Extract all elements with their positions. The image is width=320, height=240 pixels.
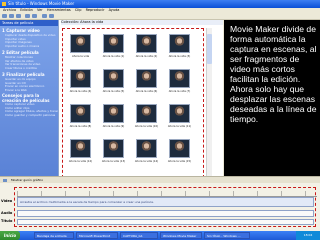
clip-caption: Ahora la vida (8) — [69, 125, 92, 128]
video-track-hint: Arrastre el archivo multimedia a la esca… — [20, 200, 154, 204]
task-link[interactable]: Crear títulos o créditos — [5, 67, 58, 71]
clip-item[interactable]: Ahora la vida (11) — [166, 102, 193, 134]
clip-caption: Ahora la vida (13) — [101, 160, 126, 163]
clip-caption: Ahora la vida (9) — [102, 125, 125, 128]
collection-pane: Colección: Ahora la vida Ahora la vida A… — [58, 20, 223, 178]
taskbar: Inicio Bandeja de entrada Microsoft Powe… — [0, 231, 320, 240]
clip-thumbnail[interactable] — [70, 34, 91, 53]
taskbar-button[interactable]: CAPTURA_G1 — [120, 232, 158, 239]
clip-thumbnail[interactable] — [136, 104, 157, 123]
clip-caption: Ahora la vida — [71, 55, 90, 58]
show-storyboard-button[interactable]: Mostrar guión gráfico — [11, 178, 43, 182]
title-bar: Sin título - Windows Movie Maker — [0, 0, 320, 8]
task-link[interactable]: Cómo guardar y compartir películas — [5, 114, 58, 118]
collection-title: Colección: Ahora la vida — [61, 20, 223, 25]
clip-item[interactable]: Ahora la vida (10) — [133, 102, 160, 134]
clip-thumbnail[interactable] — [103, 139, 124, 158]
clip-thumbnail[interactable] — [169, 139, 190, 158]
clip-item[interactable]: Ahora la vida (13) — [100, 137, 127, 169]
clip-item[interactable]: Ahora la vida — [67, 32, 94, 64]
taskbar-button[interactable]: Microsoft PowerPoint — [76, 232, 118, 239]
audio-track-label: Audio — [1, 211, 13, 215]
clip-item[interactable]: Ahora la vida (12) — [67, 137, 94, 169]
taskbar-button[interactable]: Sin título - Windows ... — [204, 232, 250, 239]
video-track[interactable]: Arrastre el archivo multimedia a la esca… — [17, 197, 314, 207]
clip-caption: Ahora la vida (2) — [135, 55, 158, 58]
open-project-icon[interactable] — [9, 14, 14, 18]
clip-item[interactable]: Ahora la vida (3) — [166, 32, 193, 64]
undo-icon[interactable] — [25, 14, 30, 18]
clip-item[interactable]: Ahora la vida (15) — [166, 137, 193, 169]
clip-thumbnail[interactable] — [169, 34, 190, 53]
explanation-text: Movie Maker divide de forma automática l… — [230, 24, 317, 124]
clip-caption: Ahora la vida (12) — [68, 160, 93, 163]
clip-caption: Ahora la vida (3) — [168, 55, 191, 58]
clip-thumbnail[interactable] — [136, 139, 157, 158]
title-overlay-track[interactable] — [17, 219, 314, 225]
clip-caption: Ahora la vida (4) — [69, 90, 92, 93]
audio-track[interactable] — [17, 210, 314, 217]
clip-thumbnail[interactable] — [169, 104, 190, 123]
task-link[interactable]: Enviar a la Web — [5, 89, 58, 93]
movie-tasks-pane: Tareas de película 1 Capturar vídeo Capt… — [0, 20, 58, 176]
clip-caption: Ahora la vida (10) — [134, 125, 159, 128]
storyboard-icon[interactable] — [3, 178, 7, 182]
redo-icon[interactable] — [32, 14, 37, 18]
clip-thumbnail[interactable] — [103, 69, 124, 88]
tasks-pane-header: Tareas de película — [0, 20, 58, 26]
clip-thumbnail[interactable] — [136, 69, 157, 88]
clip-thumbnail[interactable] — [136, 34, 157, 53]
clip-item[interactable]: Ahora la vida (8) — [67, 102, 94, 134]
timeline: Vídeo Arrastre el archivo multimedia a l… — [0, 183, 320, 231]
clip-caption: Ahora la vida (15) — [167, 160, 192, 163]
video-track-label: Vídeo — [1, 199, 13, 203]
clip-item[interactable]: Ahora la vida (1) — [100, 32, 127, 64]
clip-thumbnail[interactable] — [70, 139, 91, 158]
clip-item[interactable]: Ahora la vida (2) — [133, 32, 160, 64]
timeline-toolbar: Mostrar guión gráfico — [0, 176, 320, 183]
start-button[interactable]: Inicio — [0, 231, 20, 240]
clip-item[interactable]: Ahora la vida (5) — [100, 67, 127, 99]
tasks-icon[interactable] — [42, 14, 47, 18]
clip-caption: Ahora la vida (5) — [102, 90, 125, 93]
clip-item[interactable]: Ahora la vida (14) — [133, 137, 160, 169]
clip-caption: Ahora la vida (14) — [134, 160, 159, 163]
taskbar-button[interactable]: Bandeja de entrada — [34, 232, 74, 239]
save-project-icon[interactable] — [16, 14, 21, 18]
collections-icon[interactable] — [49, 14, 54, 18]
explanation-note: Movie Maker divide de forma automática l… — [224, 20, 320, 176]
task-link[interactable]: Importar audio o música — [5, 45, 58, 49]
taskbar-button[interactable]: Windows Movie Maker — [160, 232, 202, 239]
clip-caption: Ahora la vida (7) — [168, 90, 191, 93]
clip-item[interactable]: Ahora la vida (7) — [166, 67, 193, 99]
scrollbar-thumb[interactable] — [207, 34, 212, 64]
new-project-icon[interactable] — [2, 14, 7, 18]
clips-highlight-frame: Ahora la vida Ahora la vida (1) Ahora la… — [62, 28, 204, 178]
clip-item[interactable]: Ahora la vida (9) — [100, 102, 127, 134]
clip-thumbnail[interactable] — [70, 69, 91, 88]
clip-thumbnail[interactable] — [70, 104, 91, 123]
clip-thumbnail[interactable] — [103, 34, 124, 53]
toolbar — [0, 13, 320, 20]
system-tray-clock: 18:04 — [296, 231, 320, 240]
clip-thumbnail[interactable] — [103, 104, 124, 123]
clip-caption: Ahora la vida (6) — [135, 90, 158, 93]
movie-maker-window: Sin título - Windows Movie Maker Archivo… — [0, 0, 320, 231]
title-track-label: Título — [1, 219, 13, 223]
section-movie-tips[interactable]: Consejos para la creación de películas — [2, 93, 58, 103]
clip-item[interactable]: Ahora la vida (4) — [67, 67, 94, 99]
window-title: Sin título - Windows Movie Maker — [8, 1, 75, 6]
clip-item[interactable]: Ahora la vida (6) — [133, 67, 160, 99]
clip-thumbnail[interactable] — [169, 69, 190, 88]
clip-caption: Ahora la vida (1) — [102, 55, 125, 58]
clip-caption: Ahora la vida (11) — [167, 125, 192, 128]
collection-scrollbar[interactable] — [206, 28, 212, 176]
movie-maker-icon — [2, 2, 6, 6]
